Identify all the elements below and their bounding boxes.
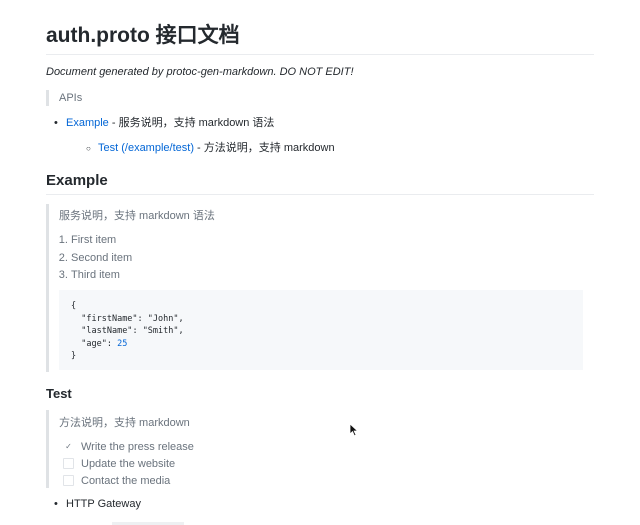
task-item: Update the website [63,455,194,472]
code-key: "lastName" [81,326,133,336]
code-number: 25 [117,338,128,349]
generated-note: Document generated by protoc-gen-markdow… [46,66,354,78]
toc-item-method: Test (/example/test) - 方法说明，支持 markdown [86,141,335,156]
task-list: ✓ Write the press release Update the web… [63,438,194,489]
api-toc: Example - 服务说明，支持 markdown 语法 Test (/exa… [54,116,335,156]
apis-blockquote: APIs [46,90,82,106]
task-item: Contact the media [63,472,194,489]
method-description: 方法说明，支持 markdown [59,417,190,429]
checkbox-unchecked[interactable] [63,458,74,469]
checkbox-checked[interactable]: ✓ [63,441,74,452]
method-summary: - 方法说明，支持 markdown [193,142,335,154]
code-string: "Smith" [142,326,179,336]
method-link[interactable]: Test (/example/test) [98,142,194,154]
apis-label: APIs [59,92,83,104]
toc-item-service: Example - 服务说明，支持 markdown 语法 Test (/exa… [54,116,335,156]
gateway-item: HTTP Gateway [54,497,141,511]
list-item: Third item [71,267,132,285]
list-item: Second item [71,250,132,268]
method-heading: Test [46,386,72,401]
task-label: Update the website [81,457,176,470]
method-blockquote: 方法说明，支持 markdown ✓ Write the press relea… [46,410,349,488]
checkbox-unchecked[interactable] [63,475,74,486]
task-label: Contact the media [81,474,171,487]
code-key: "age" [81,338,107,349]
code-open-brace: { [71,301,77,311]
task-item: ✓ Write the press release [63,438,194,455]
mouse-pointer-icon [349,423,359,437]
list-item: First item [71,232,132,250]
ordered-list: First item Second item Third item [59,232,132,285]
page-title: auth.proto 接口文档 [46,24,594,55]
service-link[interactable]: Example [66,117,109,129]
service-summary: - 服务说明，支持 markdown 语法 [108,117,275,129]
service-heading: Example [46,172,594,195]
service-description: 服务说明，支持 markdown 语法 [59,210,215,222]
code-key: "firstName" [81,313,138,324]
json-code-block: { "firstName": "John", "lastName": "Smit… [59,290,583,370]
gateway-list: HTTP Gateway [54,497,141,511]
task-label: Write the press release [81,440,194,453]
service-blockquote: 服务说明，支持 markdown 语法 First item Second it… [46,204,584,372]
code-string: "John" [147,313,179,324]
code-close-brace: } [71,351,77,361]
toc-methods: Test (/example/test) - 方法说明，支持 markdown [86,141,335,156]
